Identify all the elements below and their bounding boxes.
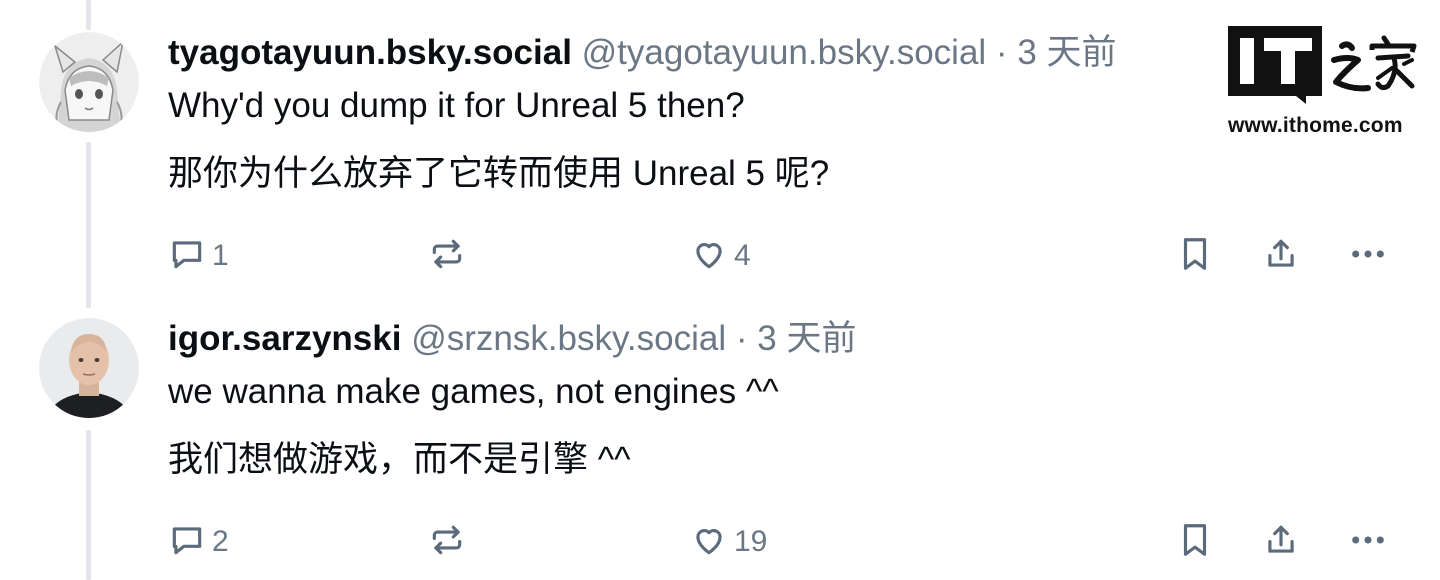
reply-count: 2 xyxy=(212,525,229,558)
handle[interactable]: @srznsk.bsky.social xyxy=(411,319,726,358)
post-translation: 我们想做游戏，而不是引擎 ^^ xyxy=(168,440,631,479)
separator-dot: · xyxy=(986,33,1018,72)
post[interactable]: tyagotayuun.bsky.social @tyagotayuun.bsk… xyxy=(0,0,1440,300)
like-count: 19 xyxy=(734,525,768,558)
avatar[interactable] xyxy=(39,32,139,132)
ithome-url: www.ithome.com xyxy=(1228,114,1403,137)
share-button[interactable] xyxy=(1262,518,1300,566)
comment-bubble-icon xyxy=(168,521,206,564)
post[interactable]: igor.sarzynski @srznsk.bsky.social · 3 天… xyxy=(0,300,1440,580)
more-dots-icon xyxy=(1348,235,1388,278)
heart-icon xyxy=(690,235,728,278)
like-button[interactable]: 4 xyxy=(690,232,751,280)
post-text: Why'd you dump it for Unreal 5 then? xyxy=(168,86,745,125)
repost-button[interactable] xyxy=(428,232,466,280)
post-header: tyagotayuun.bsky.social @tyagotayuun.bsk… xyxy=(168,32,1117,74)
post-actions: 1 4 xyxy=(0,232,1440,280)
bluesky-thread: tyagotayuun.bsky.social @tyagotayuun.bsk… xyxy=(0,0,1440,580)
display-name[interactable]: tyagotayuun.bsky.social xyxy=(168,33,572,72)
more-dots-icon xyxy=(1348,521,1388,564)
bookmark-button[interactable] xyxy=(1176,232,1214,280)
separator-dot: · xyxy=(726,319,758,358)
post-header: igor.sarzynski @srznsk.bsky.social · 3 天… xyxy=(168,318,856,360)
reply-button[interactable]: 1 xyxy=(168,232,229,280)
bookmark-icon xyxy=(1176,235,1214,278)
display-name[interactable]: igor.sarzynski xyxy=(168,319,401,358)
profile-photo-image xyxy=(39,318,139,418)
reply-button[interactable]: 2 xyxy=(168,518,229,566)
more-button[interactable] xyxy=(1348,518,1388,566)
post-time[interactable]: 3 天前 xyxy=(1017,33,1116,72)
ithome-logo xyxy=(1228,24,1418,113)
like-button[interactable]: 19 xyxy=(690,518,767,566)
like-count: 4 xyxy=(734,239,751,272)
share-icon xyxy=(1262,521,1300,564)
anime-avatar-image xyxy=(39,32,139,132)
more-button[interactable] xyxy=(1348,232,1388,280)
reply-count: 1 xyxy=(212,239,229,272)
avatar[interactable] xyxy=(39,318,139,418)
post-text: we wanna make games, not engines ^^ xyxy=(168,372,779,411)
bookmark-icon xyxy=(1176,521,1214,564)
post-time[interactable]: 3 天前 xyxy=(757,319,856,358)
share-button[interactable] xyxy=(1262,232,1300,280)
share-icon xyxy=(1262,235,1300,278)
post-translation: 那你为什么放弃了它转而使用 Unreal 5 呢? xyxy=(168,154,830,193)
post-actions: 2 19 xyxy=(0,518,1440,566)
repost-button[interactable] xyxy=(428,518,466,566)
comment-bubble-icon xyxy=(168,235,206,278)
handle[interactable]: @tyagotayuun.bsky.social xyxy=(582,33,987,72)
repost-icon xyxy=(428,235,466,278)
heart-icon xyxy=(690,521,728,564)
repost-icon xyxy=(428,521,466,564)
bookmark-button[interactable] xyxy=(1176,518,1214,566)
